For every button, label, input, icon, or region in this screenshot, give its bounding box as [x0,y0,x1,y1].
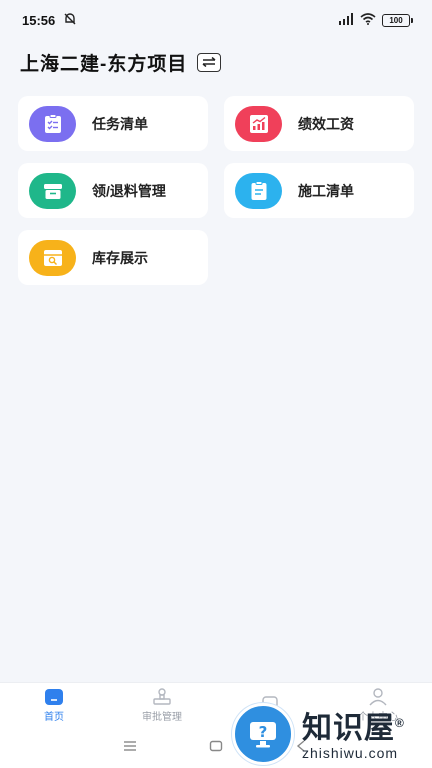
menu-nav-icon[interactable] [123,739,137,757]
menu-card-material-management[interactable]: 领/退料管理 [18,163,208,218]
system-navigation-bar [0,728,432,768]
home-nav-icon[interactable] [209,739,223,757]
tab-label: 个人中心 [358,712,398,723]
tab-profile[interactable]: 个人中心 [324,688,432,723]
switch-project-button[interactable] [197,52,222,72]
status-bar: 15:56 100 [0,0,432,40]
menu-label: 施工清单 [298,182,354,199]
battery-level: 100 [389,15,403,25]
swap-icon [202,57,216,67]
tab-approval[interactable]: 审批管理 [108,688,216,723]
task-list-icon [29,105,76,142]
menu-label: 绩效工资 [298,115,354,132]
menu-card-task-list[interactable]: 任务清单 [18,96,208,151]
bottom-tab-bar: 首页 审批管理 个人中心 [0,682,432,728]
back-nav-icon[interactable] [295,739,309,757]
status-time: 15:56 [22,12,56,28]
menu-card-performance-pay[interactable]: 绩效工资 [224,96,414,151]
signal-icon [338,12,354,28]
tab-third[interactable] [216,695,324,716]
stamp-icon [153,688,171,705]
status-left: 15:56 [22,12,77,29]
status-right: 100 [338,12,413,28]
material-box-icon [29,172,76,209]
wifi-icon [360,12,376,28]
menu-label: 库存展示 [92,249,148,266]
project-title: 上海二建-东方项目 [20,53,188,75]
document-icon [262,695,278,714]
header: 上海二建-东方项目 [20,48,222,76]
inventory-icon [29,239,76,276]
tab-label: 首页 [44,712,64,723]
performance-chart-icon [235,105,282,142]
notification-muted-icon [63,12,77,29]
menu-label: 任务清单 [92,115,148,132]
menu-card-inventory[interactable]: 库存展示 [18,230,208,285]
user-icon [369,688,387,706]
clipboard-icon [235,172,282,209]
tab-home[interactable]: 首页 [0,688,108,723]
menu-grid: 任务清单 绩效工资 领/退料管理 施工清单 库存展示 [18,96,414,285]
tab-label: 审批管理 [142,712,182,723]
menu-label: 领/退料管理 [92,182,166,199]
home-icon [45,689,63,705]
menu-card-construction-list[interactable]: 施工清单 [224,163,414,218]
battery-icon: 100 [382,13,413,27]
